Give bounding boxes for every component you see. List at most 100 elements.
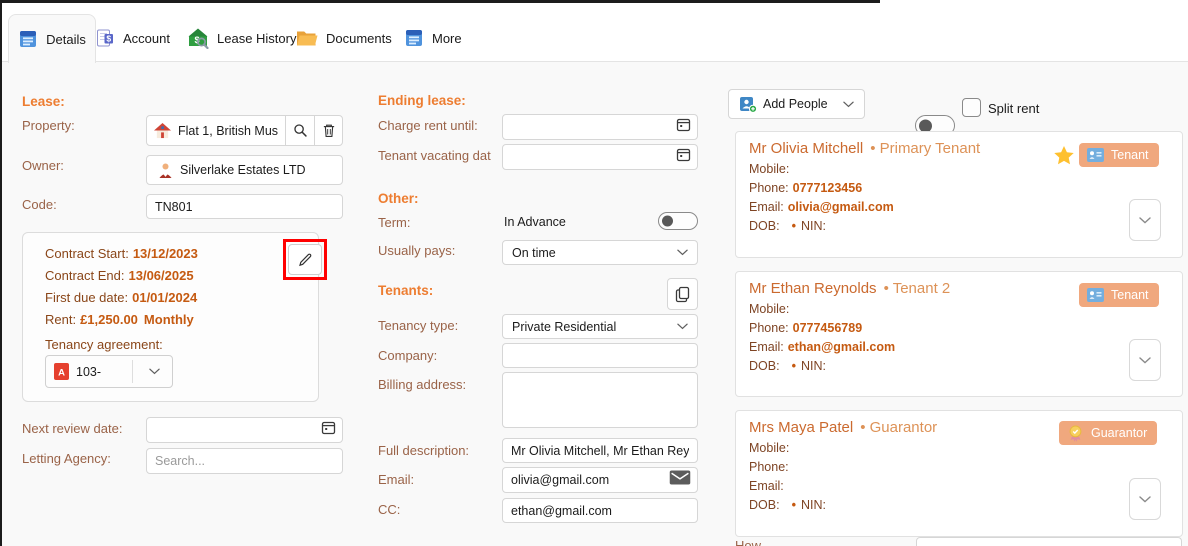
dob-nin-line: DOB: • NIN: (749, 359, 826, 373)
billing-address-textarea[interactable] (502, 372, 698, 428)
copy-icon (675, 286, 690, 302)
tenancy-agreement-label: Tenancy agreement: (45, 337, 163, 352)
mobile-line: Mobile: (749, 302, 790, 316)
email-field (502, 467, 698, 493)
badge-label: Guarantor (1091, 426, 1148, 440)
add-person-icon (740, 97, 757, 113)
phone-line: Phone: 0777123456 (749, 181, 863, 195)
owner-value: Silverlake Estates LTD (180, 163, 306, 177)
tenant-vacating-date-input[interactable] (502, 144, 698, 170)
tenant-badge: Tenant (1079, 143, 1159, 167)
person-name[interactable]: Mr Ethan Reynolds (749, 280, 877, 297)
expand-card-button[interactable] (1129, 339, 1161, 381)
person-role: • Primary Tenant (870, 140, 981, 157)
tab-label: More (432, 30, 462, 46)
agreement-file-name: 103- (76, 364, 102, 379)
full-description-label: Full description: (378, 443, 470, 458)
tab-more[interactable]: More (404, 25, 462, 51)
add-people-button[interactable]: Add People (728, 89, 865, 119)
tab-account[interactable]: $ Account (95, 25, 170, 51)
email-line: Email: ethan@gmail.com (749, 340, 896, 354)
house-search-icon: $ (188, 28, 209, 49)
code-input[interactable] (146, 194, 343, 219)
details-pane: Lease: Property: Flat 1, British Mus Own… (0, 62, 1188, 546)
tab-label: Lease History (217, 30, 297, 46)
first-due-line: First due date: 01/01/2024 (45, 290, 198, 305)
charge-rent-until-input[interactable] (502, 114, 698, 140)
person-name[interactable]: Mr Olivia Mitchell (749, 140, 863, 157)
badge-label: Tenant (1111, 148, 1149, 162)
expand-card-button[interactable] (1129, 199, 1161, 241)
first-due-value: 01/01/2024 (132, 290, 198, 305)
calendar-icon[interactable] (676, 147, 691, 167)
person-card-guarantor: Mrs Maya Patel • Guarantor Mobile: Phone:… (735, 410, 1183, 537)
property-picker-button[interactable]: Flat 1, British Mus (146, 115, 287, 146)
tab-details[interactable]: Details (8, 14, 96, 63)
contract-summary-panel: Contract Start: 13/12/2023 Contract End: 1… (22, 232, 327, 402)
full-description-input[interactable] (502, 438, 698, 463)
folder-icon (297, 31, 318, 46)
dob-nin-line: DOB: • NIN: (749, 498, 826, 512)
split-rent-label: Split rent (988, 101, 1040, 116)
copy-tenants-button[interactable] (667, 278, 698, 310)
person-name[interactable]: Mrs Maya Patel (749, 419, 853, 436)
charge-rent-until-field (502, 114, 698, 140)
tenants-section-header: Tenants: (378, 283, 434, 298)
tab-documents[interactable]: Documents (296, 25, 392, 51)
usually-pays-dropdown[interactable]: On time (502, 240, 698, 265)
split-rent-checkbox[interactable] (962, 98, 981, 117)
chevron-down-icon (843, 101, 854, 107)
next-review-date-input[interactable] (146, 417, 343, 443)
charge-rent-until-label: Charge rent until: (378, 118, 478, 133)
rent-value: £1,250.00 (80, 312, 138, 327)
svg-text:$: $ (106, 33, 111, 43)
badge-label: Tenant (1111, 288, 1149, 302)
code-label: Code: (22, 197, 57, 212)
pdf-icon: A (54, 363, 69, 380)
chevron-down-icon (1139, 216, 1151, 224)
letting-agency-search-input[interactable] (146, 448, 343, 474)
cc-label: CC: (378, 502, 401, 517)
agreement-file-dropdown[interactable]: A 103- (45, 355, 173, 388)
tab-label: Documents (326, 30, 392, 46)
guarantor-badge: Guarantor (1059, 421, 1158, 445)
mobile-line: Mobile: (749, 162, 790, 176)
usually-pays-value: On time (512, 245, 556, 260)
chevron-down-icon (677, 323, 688, 330)
owner-picker-button[interactable]: Silverlake Estates LTD (146, 155, 343, 185)
term-toggle[interactable] (658, 212, 698, 230)
tab-lease-history[interactable]: $ Lease History (187, 25, 296, 51)
billing-address-label: Billing address: (378, 377, 467, 392)
property-field-group: Flat 1, British Mus (146, 115, 343, 146)
property-delete-button[interactable] (314, 115, 343, 146)
property-search-button[interactable] (285, 115, 316, 146)
contract-end-line: Contract End: 13/06/2025 (45, 268, 194, 283)
term-label: Term: (378, 215, 411, 230)
rent-period: Monthly (143, 312, 194, 327)
toggle-knob (662, 215, 673, 227)
property-value: Flat 1, British Mus (178, 123, 278, 138)
chevron-down-icon (149, 368, 160, 375)
tab-label: Account (123, 30, 170, 46)
star-icon[interactable] (1052, 144, 1076, 168)
next-row-cutoff: How... (735, 537, 1183, 546)
calendar-icon[interactable] (676, 117, 691, 137)
annotation-highlight-box (283, 239, 327, 280)
contract-start-line: Contract Start: 13/12/2023 (45, 246, 198, 261)
window-top-edge (0, 0, 880, 3)
tenancy-type-dropdown[interactable]: Private Residential (502, 314, 698, 339)
envelope-icon[interactable] (669, 470, 691, 490)
next-review-field (146, 417, 343, 443)
calendar-icon[interactable] (321, 420, 336, 440)
cc-input[interactable] (502, 498, 698, 523)
id-card-icon (1087, 148, 1104, 162)
chevron-down-icon (1139, 356, 1151, 364)
next-review-label: Next review date: (22, 421, 123, 436)
tenancy-type-label: Tenancy type: (378, 318, 459, 333)
journal-icon (20, 31, 37, 47)
term-value: In Advance (504, 215, 566, 229)
cutoff-input[interactable] (916, 537, 1182, 546)
expand-card-button[interactable] (1129, 478, 1161, 520)
tab-label: Details (46, 31, 86, 47)
company-input[interactable] (502, 343, 698, 368)
